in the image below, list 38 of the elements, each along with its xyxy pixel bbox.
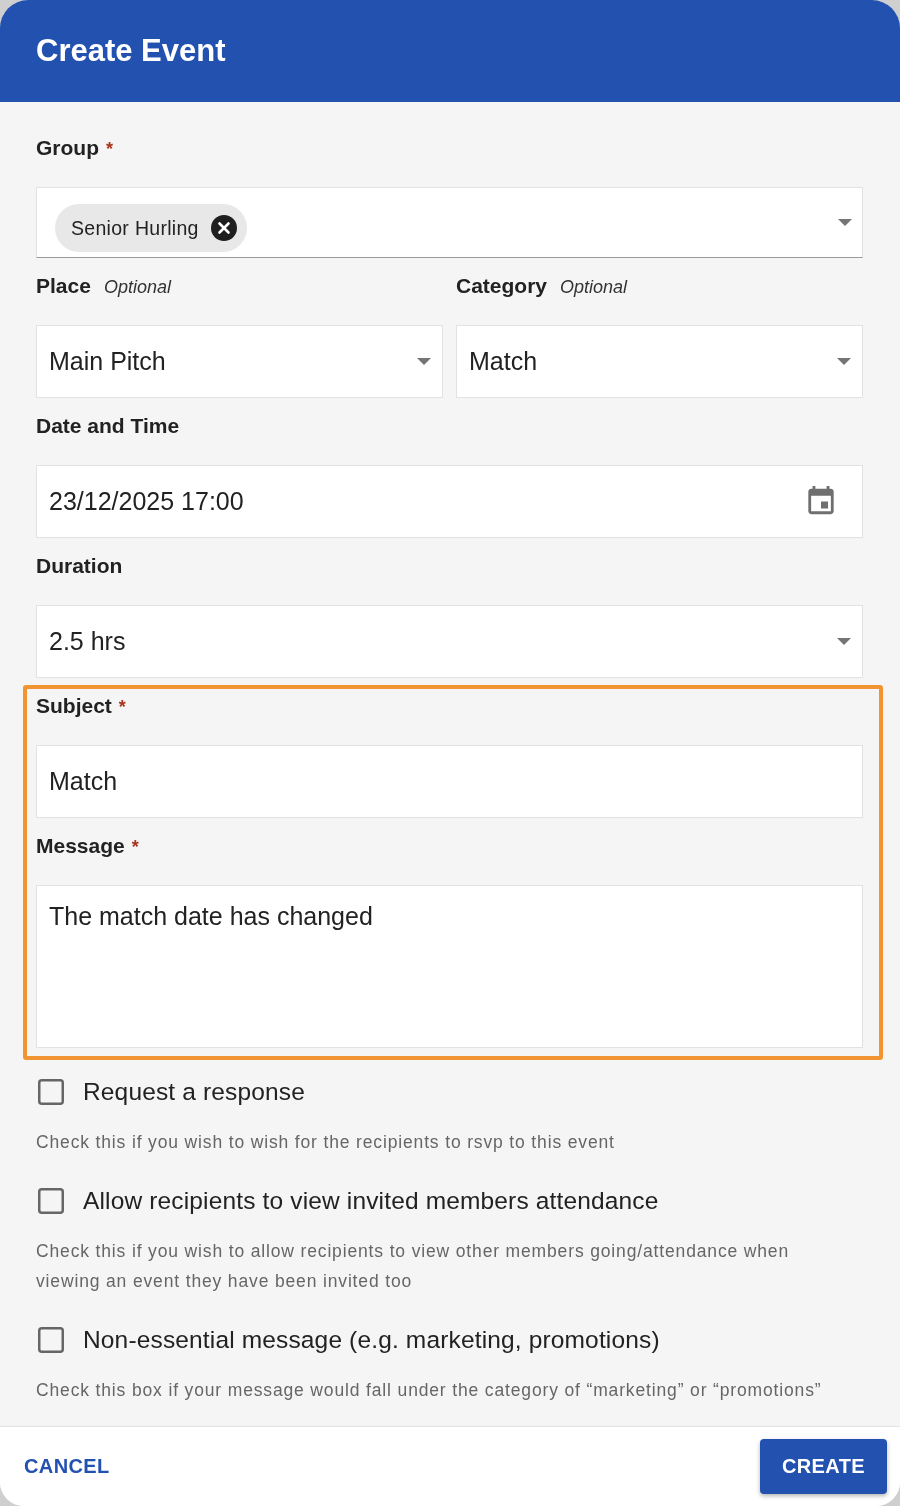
dialog-title: Create Event <box>36 33 226 69</box>
dropdown-field[interactable]: Match <box>456 325 863 398</box>
create-button[interactable]: CREATE <box>760 1439 887 1494</box>
date-field[interactable]: 23/12/2025 17:00 <box>36 465 863 538</box>
help-text: Check this box if your message would fall under the category of “marketing” or “promotions” <box>36 1379 823 1402</box>
field-label: Category <box>456 274 548 298</box>
checkbox[interactable] <box>38 1327 64 1353</box>
close-icon <box>210 215 237 241</box>
group-select[interactable]: Senior Hurling <box>36 187 863 258</box>
caret-icon <box>417 358 431 365</box>
cancel-button[interactable]: CANCEL <box>12 1445 122 1488</box>
required-asterisk: * <box>118 696 126 719</box>
field-label: Message <box>36 834 125 858</box>
dropdown-field[interactable]: Main Pitch <box>36 325 443 398</box>
message-field[interactable]: The match date has changed <box>36 885 863 1048</box>
required-asterisk: * <box>131 836 139 859</box>
help-text: Check this if you wish to allow recipients to view other members going/attendance when viewing an event they have been invited too <box>36 1240 791 1293</box>
group-chip[interactable]: Senior Hurling <box>55 204 247 252</box>
checkbox[interactable] <box>38 1188 64 1214</box>
optional-hint: Optional <box>560 276 628 299</box>
checkbox-label[interactable]: Request a response <box>83 1078 305 1106</box>
field-label: Group <box>36 136 99 160</box>
optional-hint: Optional <box>103 276 171 299</box>
caret-icon <box>838 218 852 226</box>
field-label: Date and Time <box>36 414 180 438</box>
field-label: Place <box>36 274 91 298</box>
checkbox-label[interactable]: Allow recipients to view invited members attendance <box>83 1187 659 1215</box>
field-label: Subject <box>36 694 112 718</box>
text-field[interactable]: Match <box>36 745 863 818</box>
field-label: Duration <box>36 554 123 578</box>
caret-icon <box>837 358 851 365</box>
calendar-icon <box>808 486 834 517</box>
help-text: Check this if you wish to wish for the recipients to rsvp to this event <box>36 1131 616 1154</box>
dropdown-field[interactable]: 2.5 hrs <box>36 605 863 678</box>
caret-icon <box>837 638 851 645</box>
checkbox-label[interactable]: Non-essential message (e.g. marketing, promotions) <box>83 1326 660 1354</box>
required-asterisk: * <box>106 138 113 161</box>
checkbox[interactable] <box>38 1079 64 1105</box>
